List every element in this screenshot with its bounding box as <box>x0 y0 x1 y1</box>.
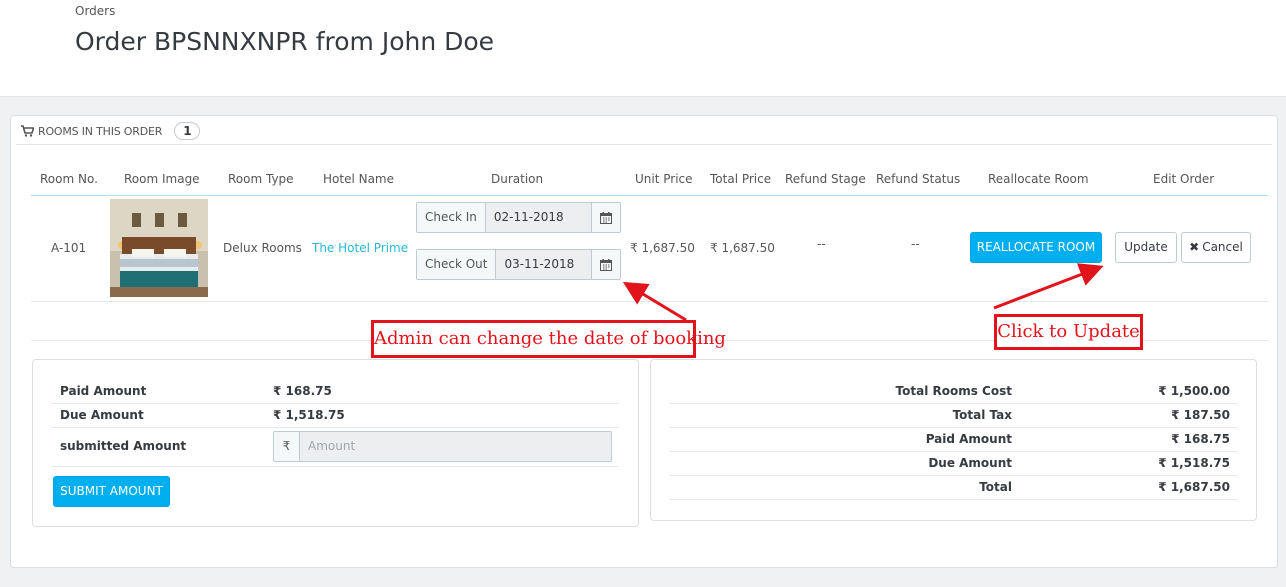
check-in-input[interactable]: 02-11-2018 <box>485 203 591 232</box>
divider <box>670 403 1237 404</box>
paid-amount-label: Paid Amount <box>925 432 1012 446</box>
check-out-group: Check Out 03-11-2018 <box>416 249 622 280</box>
check-in-group: Check In 02-11-2018 <box>416 202 621 233</box>
total-value: ₹ 1,687.50 <box>1158 480 1230 494</box>
amount-input[interactable]: Amount <box>300 432 355 461</box>
submit-amount-button[interactable]: SUBMIT AMOUNT <box>53 476 170 507</box>
divider <box>52 427 619 428</box>
unit-price: ₹ 1,687.50 <box>630 241 695 255</box>
paid-amount-value: ₹ 168.75 <box>1171 432 1230 446</box>
refund-stage: -- <box>817 237 826 251</box>
table-header-line <box>31 195 1268 196</box>
col-refund-stage: Refund Stage <box>785 172 866 186</box>
close-icon: ✖ <box>1189 240 1200 254</box>
paid-amount-label: Paid Amount <box>60 384 147 398</box>
total-price: ₹ 1,687.50 <box>710 241 775 255</box>
panel-heading: ROOMS IN THIS ORDER 1 <box>21 122 201 140</box>
col-total-price: Total Price <box>710 172 772 186</box>
divider <box>670 451 1237 452</box>
amount-input-group[interactable]: ₹ Amount <box>273 431 612 462</box>
col-reallocate-room: Reallocate Room <box>988 172 1089 186</box>
divider <box>16 144 1272 145</box>
total-rooms-cost-value: ₹ 1,500.00 <box>1158 384 1230 398</box>
panel-title: ROOMS IN THIS ORDER <box>38 124 163 138</box>
payment-box: Paid Amount ₹ 168.75 Due Amount ₹ 1,518.… <box>32 359 639 527</box>
col-room-no: Room No. <box>40 172 98 186</box>
room-image[interactable] <box>110 199 208 297</box>
due-amount-value: ₹ 1,518.75 <box>1158 456 1230 470</box>
shopping-cart-icon <box>21 125 34 137</box>
room-type: Delux Rooms <box>223 241 302 255</box>
room-count-badge: 1 <box>174 122 201 140</box>
divider <box>52 466 619 467</box>
col-unit-price: Unit Price <box>635 172 693 186</box>
divider <box>52 403 619 404</box>
refund-status: -- <box>911 237 920 251</box>
calendar-icon[interactable] <box>591 250 621 279</box>
total-tax-label: Total Tax <box>952 408 1012 422</box>
submitted-amount-label: submitted Amount <box>60 439 187 453</box>
check-out-input[interactable]: 03-11-2018 <box>496 250 592 279</box>
total-rooms-cost-label: Total Rooms Cost <box>895 384 1012 398</box>
page-header: Orders Order BPSNNXNPR from John Doe <box>0 0 1286 97</box>
total-tax-value: ₹ 187.50 <box>1171 408 1230 422</box>
hotel-name-link[interactable]: The Hotel Prime <box>312 241 408 255</box>
cancel-button-label: Cancel <box>1202 240 1243 254</box>
total-label: Total <box>979 480 1012 494</box>
update-annotation: Click to Update <box>994 314 1143 350</box>
divider <box>670 427 1237 428</box>
page-title: Order BPSNNXNPR from John Doe <box>75 27 495 56</box>
due-amount-value: ₹ 1,518.75 <box>273 408 345 422</box>
col-hotel-name: Hotel Name <box>323 172 395 186</box>
totals-box: Total Rooms Cost ₹ 1,500.00 Total Tax ₹ … <box>650 359 1257 521</box>
divider <box>670 475 1237 476</box>
col-duration: Duration <box>491 172 544 186</box>
date-change-annotation: Admin can change the date of booking <box>371 320 726 358</box>
col-edit-order: Edit Order <box>1153 172 1215 186</box>
row-divider <box>31 301 1268 302</box>
col-room-type: Room Type <box>228 172 294 186</box>
due-amount-label: Due Amount <box>60 408 144 422</box>
col-refund-status: Refund Status <box>876 172 961 186</box>
cancel-button[interactable]: ✖ Cancel <box>1181 232 1251 263</box>
update-button[interactable]: Update <box>1115 232 1177 263</box>
col-room-image: Room Image <box>124 172 200 186</box>
paid-amount-value: ₹ 168.75 <box>273 384 332 398</box>
breadcrumb[interactable]: Orders <box>75 4 115 18</box>
check-out-label: Check Out <box>417 250 497 279</box>
reallocate-room-button[interactable]: REALLOCATE ROOM <box>970 232 1102 263</box>
currency-symbol: ₹ <box>274 432 300 461</box>
room-number: A-101 <box>51 241 87 255</box>
due-amount-label: Due Amount <box>928 456 1012 470</box>
divider <box>670 499 1237 500</box>
check-in-label: Check In <box>417 203 486 232</box>
calendar-icon[interactable] <box>590 203 620 232</box>
